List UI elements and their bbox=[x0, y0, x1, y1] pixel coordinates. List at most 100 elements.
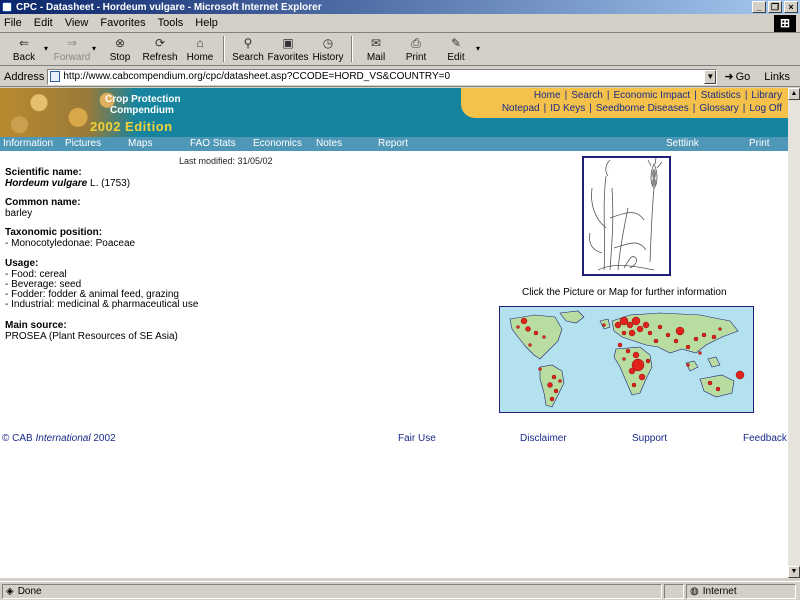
tab-notes[interactable]: Notes bbox=[316, 138, 342, 149]
menu-view[interactable]: View bbox=[65, 17, 89, 29]
title-bar: CPC - Datasheet - Hordeum vulgare - Micr… bbox=[0, 0, 800, 14]
logo-edition: 2002 Edition bbox=[90, 119, 173, 134]
stop-icon: ⊗ bbox=[114, 36, 126, 50]
nav-economic-impact-link[interactable]: Economic Impact bbox=[613, 90, 690, 101]
scroll-down-icon[interactable]: ▼ bbox=[788, 566, 800, 578]
feedback-link[interactable]: Feedback bbox=[743, 433, 787, 444]
logo-title-line1: Crop Protection bbox=[105, 94, 181, 105]
copyright: © CAB International 2002 bbox=[2, 433, 116, 444]
tab-print[interactable]: Print bbox=[749, 138, 770, 149]
tab-information[interactable]: Information bbox=[3, 138, 53, 149]
menu-help[interactable]: Help bbox=[195, 17, 218, 29]
history-button[interactable]: ◷ History bbox=[308, 34, 348, 64]
status-bar: ◈ Done ◍ Internet bbox=[0, 581, 800, 600]
window-title: CPC - Datasheet - Hordeum vulgare - Micr… bbox=[16, 1, 322, 13]
nav-home-link[interactable]: Home bbox=[534, 90, 561, 101]
nav-seedborne-link[interactable]: Seedborne Diseases bbox=[596, 103, 689, 114]
section-nav: Information Pictures Maps FAO Stats Econ… bbox=[0, 137, 788, 151]
toolbar-separator bbox=[351, 36, 353, 62]
logo-title-line2: Compendium bbox=[110, 105, 174, 116]
toolbar-separator bbox=[223, 36, 225, 62]
forward-arrow-icon: ⇒ bbox=[66, 36, 78, 50]
page-viewport: Crop Protection Compendium 2002 Edition … bbox=[0, 88, 788, 578]
search-button[interactable]: ⚲ Search bbox=[228, 34, 268, 64]
windows-logo-icon: ⊞ bbox=[774, 15, 796, 32]
print-button[interactable]: ⎙ Print bbox=[396, 34, 436, 64]
ie-app-icon bbox=[2, 2, 12, 12]
menu-edit[interactable]: Edit bbox=[34, 17, 53, 29]
vertical-scrollbar[interactable]: ▲ ▼ bbox=[788, 88, 800, 578]
history-icon: ◷ bbox=[322, 36, 334, 50]
refresh-icon: ⟳ bbox=[154, 36, 166, 50]
address-dropdown-icon[interactable]: ▼ bbox=[704, 69, 717, 84]
nav-id-keys-link[interactable]: ID Keys bbox=[550, 103, 585, 114]
usage-label: Usage: bbox=[5, 258, 39, 269]
stop-button[interactable]: ⊗ Stop bbox=[100, 34, 140, 64]
address-input[interactable]: http://www.cabcompendium.org/cpc/datashe… bbox=[47, 68, 718, 85]
page-icon bbox=[50, 71, 61, 82]
go-arrow-icon: ➜ bbox=[724, 71, 734, 83]
menu-favorites[interactable]: Favorites bbox=[100, 17, 145, 29]
fair-use-link[interactable]: Fair Use bbox=[398, 433, 436, 444]
usage-item: - Industrial: medicinal & pharmaceutical… bbox=[5, 299, 199, 310]
toolbar: ⇐ Back ▾ ⇒ Forward ▾ ⊗ Stop ⟳ Refresh ⌂ … bbox=[0, 34, 800, 66]
favorites-icon: ▣ bbox=[282, 36, 294, 50]
scientific-name: Hordeum vulgare bbox=[5, 178, 88, 189]
main-source-label: Main source: bbox=[5, 320, 67, 331]
nav-statistics-link[interactable]: Statistics bbox=[701, 90, 741, 101]
scroll-up-icon[interactable]: ▲ bbox=[788, 88, 800, 100]
tab-settlink[interactable]: Settlink bbox=[666, 138, 699, 149]
menu-tools[interactable]: Tools bbox=[158, 17, 184, 29]
status-text: ◈ Done bbox=[2, 583, 662, 599]
tab-report[interactable]: Report bbox=[378, 138, 408, 149]
security-zone: ◍ Internet bbox=[686, 583, 796, 599]
nav-search-link[interactable]: Search bbox=[571, 90, 603, 101]
edit-button[interactable]: ✎ Edit bbox=[436, 34, 476, 64]
favorites-button[interactable]: ▣ Favorites bbox=[267, 34, 308, 64]
support-link[interactable]: Support bbox=[632, 433, 667, 444]
main-source-value: PROSEA (Plant Resources of SE Asia) bbox=[5, 331, 178, 342]
home-button[interactable]: ⌂ Home bbox=[180, 34, 220, 64]
forward-dropdown-icon[interactable]: ▾ bbox=[92, 44, 100, 53]
mail-button[interactable]: ✉ Mail bbox=[356, 34, 396, 64]
maximize-button[interactable]: ❐ bbox=[768, 1, 782, 13]
taxonomic-position-label: Taxonomic position: bbox=[5, 227, 103, 238]
nav-notepad-link[interactable]: Notepad bbox=[502, 103, 540, 114]
toolbar-more-icon[interactable]: ▾ bbox=[476, 44, 484, 53]
tab-economics[interactable]: Economics bbox=[253, 138, 302, 149]
taxonomic-position-value: - Monocotyledonae: Poaceae bbox=[5, 238, 136, 249]
nav-library-link[interactable]: Library bbox=[751, 90, 782, 101]
menu-file[interactable]: File bbox=[4, 17, 22, 29]
back-button[interactable]: ⇐ Back bbox=[4, 34, 44, 64]
search-icon: ⚲ bbox=[243, 36, 253, 50]
address-url: http://www.cabcompendium.org/cpc/datashe… bbox=[63, 71, 451, 82]
scientific-name-label: Scientific name: bbox=[5, 167, 82, 178]
tab-fao-stats[interactable]: FAO Stats bbox=[190, 138, 236, 149]
back-dropdown-icon[interactable]: ▾ bbox=[44, 44, 52, 53]
minimize-button[interactable]: _ bbox=[752, 1, 766, 13]
top-nav-box: Home | Search | Economic Impact | Statistic… bbox=[461, 88, 788, 118]
nav-glossary-link[interactable]: Glossary bbox=[699, 103, 738, 114]
close-button[interactable]: × bbox=[784, 1, 798, 13]
address-bar: Address http://www.cabcompendium.org/cpc… bbox=[0, 67, 800, 87]
common-name-label: Common name: bbox=[5, 197, 81, 208]
edit-icon: ✎ bbox=[450, 36, 462, 50]
tab-maps[interactable]: Maps bbox=[128, 138, 152, 149]
links-button[interactable]: Links bbox=[764, 71, 790, 83]
page-done-icon: ◈ bbox=[6, 585, 14, 597]
tab-pictures[interactable]: Pictures bbox=[65, 138, 101, 149]
refresh-button[interactable]: ⟳ Refresh bbox=[140, 34, 180, 64]
common-name-value: barley bbox=[5, 208, 33, 219]
image-caption: Click the Picture or Map for further inf… bbox=[522, 287, 727, 298]
scientific-author: L. (1753) bbox=[90, 178, 131, 189]
last-modified: Last modified: 31/05/02 bbox=[179, 156, 273, 166]
go-button[interactable]: ➜ Go bbox=[724, 70, 750, 84]
status-panel bbox=[664, 583, 684, 599]
distribution-map[interactable] bbox=[499, 306, 754, 413]
printer-icon: ⎙ bbox=[411, 36, 421, 50]
nav-logoff-link[interactable]: Log Off bbox=[749, 103, 782, 114]
disclaimer-link[interactable]: Disclaimer bbox=[520, 433, 567, 444]
plant-illustration[interactable] bbox=[582, 156, 671, 276]
forward-button[interactable]: ⇒ Forward bbox=[52, 34, 92, 64]
menu-bar: File Edit View Favorites Tools Help ⊞ bbox=[0, 14, 800, 33]
